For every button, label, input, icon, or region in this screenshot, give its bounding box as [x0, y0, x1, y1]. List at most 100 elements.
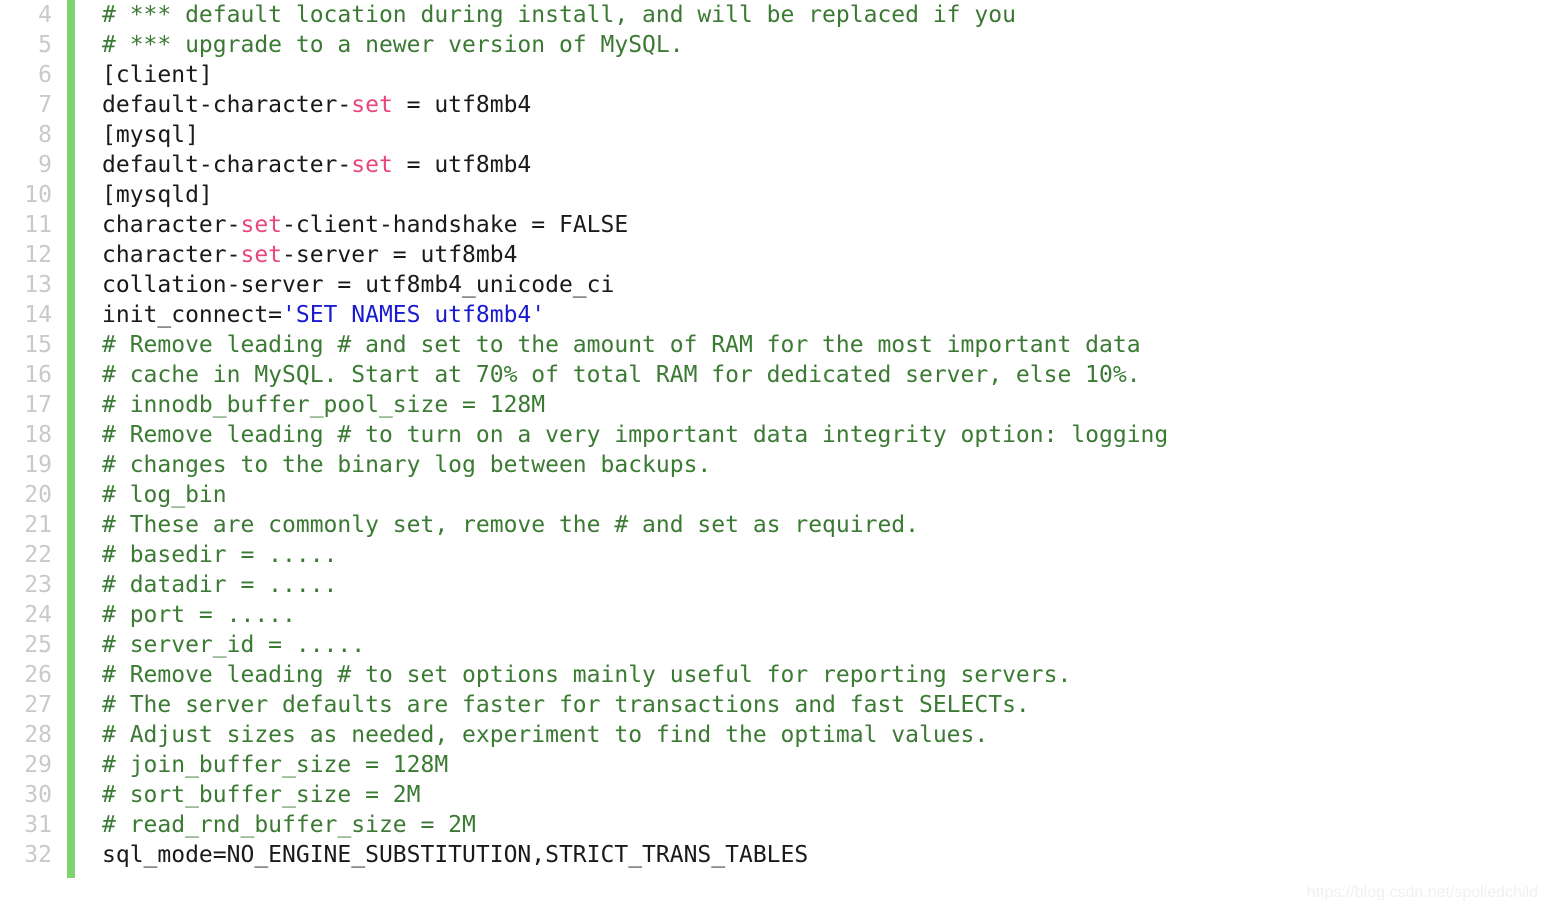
code-line[interactable]: 4 # *** default location during install, … — [0, 0, 1554, 30]
line-text: init_connect='SET NAMES utf8mb4' — [102, 300, 545, 330]
token-keyword: set — [240, 212, 283, 238]
token-plain: [mysql] — [102, 122, 199, 148]
line-text: # *** upgrade to a newer version of MySQ… — [102, 30, 684, 60]
line-text: character-set-client-handshake = FALSE — [102, 210, 628, 240]
line-text: # read_rnd_buffer_size = 2M — [102, 810, 476, 840]
line-text: sql_mode=NO_ENGINE_SUBSTITUTION,STRICT_T… — [102, 840, 808, 870]
line-text: collation-server = utf8mb4_unicode_ci — [102, 270, 614, 300]
line-number: 30 — [24, 782, 52, 808]
code-line[interactable]: 6 [client] — [0, 60, 1554, 90]
line-text: # The server defaults are faster for tra… — [102, 690, 1030, 720]
token-comment: # Remove leading # and set to the amount… — [102, 332, 1141, 358]
code-line[interactable]: 29 # join_buffer_size = 128M — [0, 750, 1554, 780]
line-number: 11 — [24, 212, 52, 238]
code-content[interactable]: 4 # *** default location during install, … — [0, 0, 1554, 870]
token-plain: collation-server = utf8mb4_unicode_ci — [102, 272, 615, 298]
code-line[interactable]: 26 # Remove leading # to set options main… — [0, 660, 1554, 690]
line-number: 7 — [38, 92, 52, 118]
line-number: 28 — [24, 722, 52, 748]
line-text: [client] — [102, 60, 213, 90]
code-line[interactable]: 22 # basedir = ..... — [0, 540, 1554, 570]
line-number: 6 — [38, 62, 52, 88]
token-plain: default-character- — [102, 92, 352, 118]
line-text: # cache in MySQL. Start at 70% of total … — [102, 360, 1141, 390]
token-keyword: set — [351, 92, 393, 118]
line-text: # Remove leading # to set options mainly… — [102, 660, 1071, 690]
line-number: 29 — [24, 752, 52, 778]
code-line[interactable]: 28 # Adjust sizes as needed, experiment t… — [0, 720, 1554, 750]
line-number: 26 — [24, 662, 52, 688]
code-line[interactable]: 25 # server_id = ..... — [0, 630, 1554, 660]
line-number: 5 — [38, 32, 52, 58]
line-number: 14 — [24, 302, 52, 328]
line-number: 31 — [24, 812, 52, 838]
line-text: [mysql] — [102, 120, 199, 150]
code-line[interactable]: 18 # Remove leading # to turn on a very i… — [0, 420, 1554, 450]
token-plain: init_connect= — [102, 302, 283, 328]
code-line[interactable]: 13 collation-server = utf8mb4_unicode_ci — [0, 270, 1554, 300]
line-text: # Remove leading # and set to the amount… — [102, 330, 1141, 360]
token-comment: # *** upgrade to a newer version of MySQ… — [102, 32, 684, 58]
token-plain: = utf8mb4 — [392, 92, 532, 118]
code-line[interactable]: 20 # log_bin — [0, 480, 1554, 510]
code-line[interactable]: 27 # The server defaults are faster for t… — [0, 690, 1554, 720]
line-text: default-character-set = utf8mb4 — [102, 150, 531, 180]
token-comment: # read_rnd_buffer_size = 2M — [102, 812, 476, 838]
code-line[interactable]: 30 # sort_buffer_size = 2M — [0, 780, 1554, 810]
line-number: 8 — [38, 122, 52, 148]
code-line[interactable]: 24 # port = ..... — [0, 600, 1554, 630]
line-number: 27 — [24, 692, 52, 718]
token-plain: sql_mode=NO_ENGINE_SUBSTITUTION,STRICT_T… — [102, 842, 809, 868]
token-comment: # cache in MySQL. Start at 70% of total … — [102, 362, 1141, 388]
code-line[interactable]: 31 # read_rnd_buffer_size = 2M — [0, 810, 1554, 840]
token-plain: -client-handshake = FALSE — [282, 212, 629, 238]
code-line[interactable]: 17 # innodb_buffer_pool_size = 128M — [0, 390, 1554, 420]
token-comment: # port = ..... — [102, 602, 296, 628]
token-plain: character- — [102, 212, 241, 238]
code-line[interactable]: 5 # *** upgrade to a newer version of MyS… — [0, 30, 1554, 60]
token-comment: # Remove leading # to set options mainly… — [102, 662, 1072, 688]
line-number: 10 — [24, 182, 52, 208]
line-text: # server_id = ..... — [102, 630, 365, 660]
code-line[interactable]: 9 default-character-set = utf8mb4 — [0, 150, 1554, 180]
token-keyword: set — [240, 242, 283, 268]
line-number: 22 — [24, 542, 52, 568]
token-comment: # Remove leading # to turn on a very imp… — [102, 422, 1169, 448]
line-text: # sort_buffer_size = 2M — [102, 780, 421, 810]
line-number: 15 — [24, 332, 52, 358]
token-comment: # log_bin — [102, 482, 227, 508]
token-comment: # These are commonly set, remove the # a… — [102, 512, 919, 538]
token-keyword: set — [351, 152, 393, 178]
line-text: # port = ..... — [102, 600, 296, 630]
code-line[interactable]: 11 character-set-client-handshake = FALSE — [0, 210, 1554, 240]
code-line[interactable]: 10 [mysqld] — [0, 180, 1554, 210]
line-text: # basedir = ..... — [102, 540, 337, 570]
token-comment: # server_id = ..... — [102, 632, 366, 658]
code-editor: 4 # *** default location during install, … — [0, 0, 1554, 916]
token-plain: character- — [102, 242, 241, 268]
code-line[interactable]: 16 # cache in MySQL. Start at 70% of tota… — [0, 360, 1554, 390]
line-text: [mysqld] — [102, 180, 213, 210]
site-watermark: https://blog.csdn.net/spoliedchild — [1306, 884, 1538, 901]
code-line[interactable]: 19 # changes to the binary log between ba… — [0, 450, 1554, 480]
line-text: # innodb_buffer_pool_size = 128M — [102, 390, 545, 420]
token-comment: # join_buffer_size = 128M — [102, 752, 449, 778]
code-line[interactable]: 23 # datadir = ..... — [0, 570, 1554, 600]
code-line[interactable]: 14 init_connect='SET NAMES utf8mb4' — [0, 300, 1554, 330]
code-line[interactable]: 32 sql_mode=NO_ENGINE_SUBSTITUTION,STRICT… — [0, 840, 1554, 870]
line-text: default-character-set = utf8mb4 — [102, 90, 531, 120]
token-comment: # datadir = ..... — [102, 572, 338, 598]
line-text: # These are commonly set, remove the # a… — [102, 510, 919, 540]
token-plain: -server = utf8mb4 — [282, 242, 518, 268]
token-plain: [client] — [102, 62, 213, 88]
code-line[interactable]: 21 # These are commonly set, remove the #… — [0, 510, 1554, 540]
code-line[interactable]: 12 character-set-server = utf8mb4 — [0, 240, 1554, 270]
line-number: 32 — [24, 842, 52, 868]
line-number: 23 — [24, 572, 52, 598]
code-line[interactable]: 15 # Remove leading # and set to the amou… — [0, 330, 1554, 360]
line-number: 17 — [24, 392, 52, 418]
token-comment: # basedir = ..... — [102, 542, 338, 568]
code-line[interactable]: 7 default-character-set = utf8mb4 — [0, 90, 1554, 120]
line-text: # log_bin — [102, 480, 227, 510]
code-line[interactable]: 8 [mysql] — [0, 120, 1554, 150]
